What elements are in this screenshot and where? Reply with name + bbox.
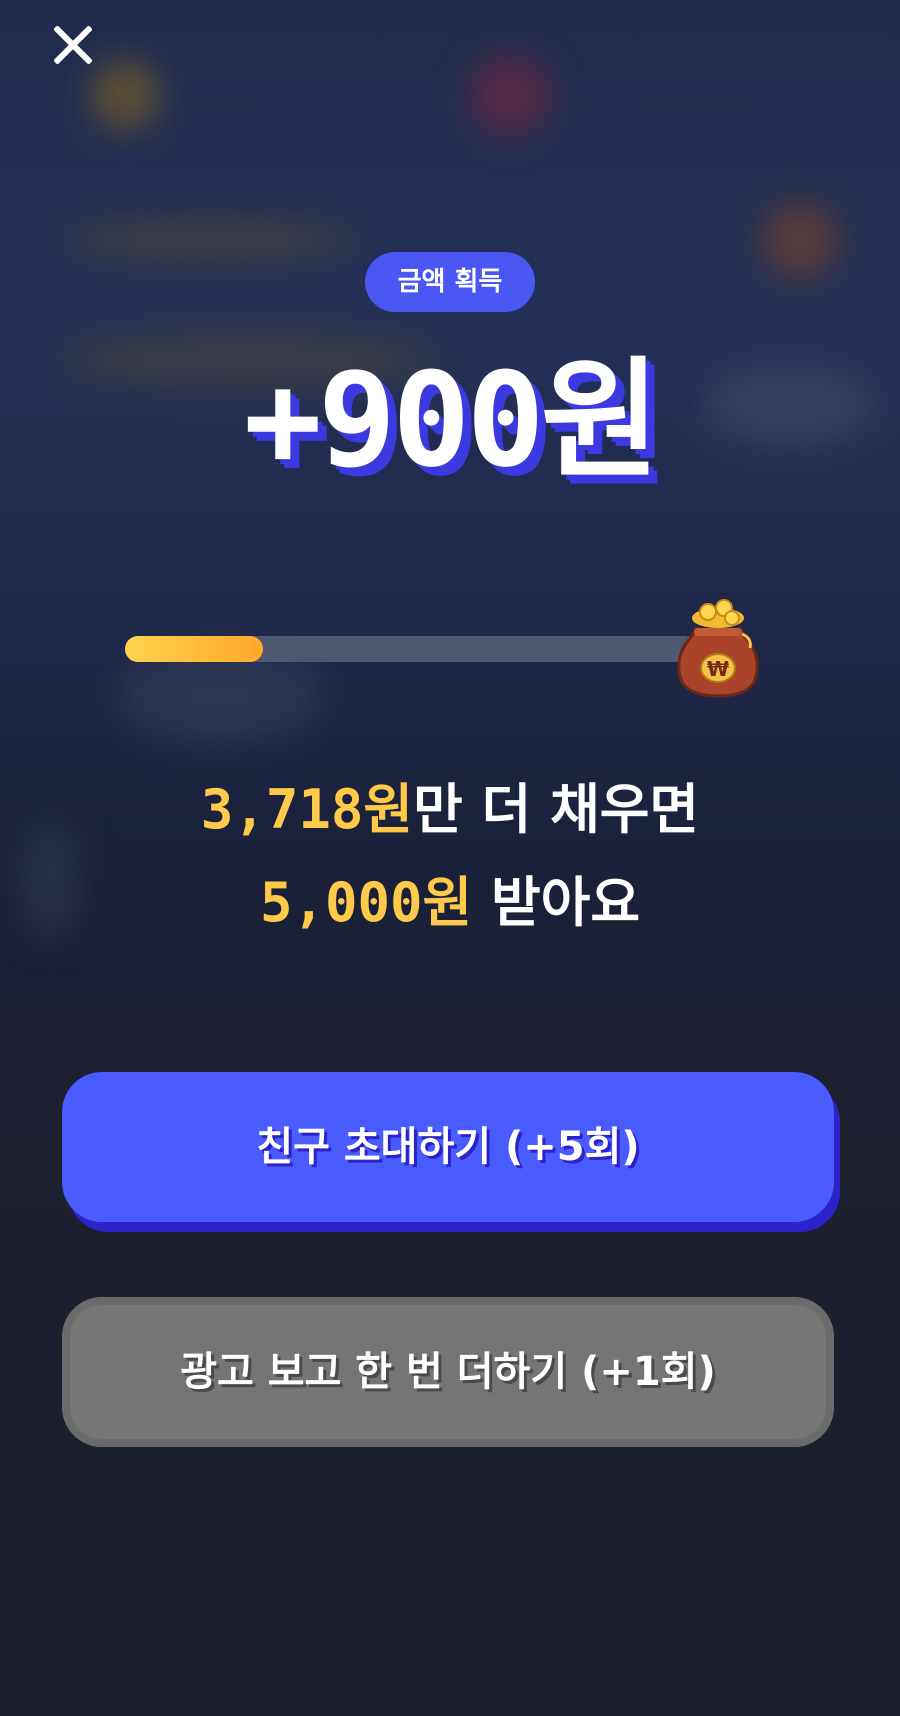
- close-button[interactable]: [48, 20, 98, 70]
- goal-message: 5,000원 받아요: [0, 868, 900, 938]
- invite-friend-button[interactable]: 친구 초대하기 (+5회): [62, 1072, 834, 1222]
- progress-fill: [125, 636, 263, 662]
- bag-symbol: ₩: [707, 657, 729, 681]
- reward-amount: +900원: [243, 344, 661, 496]
- progress-bar: [125, 636, 700, 662]
- background-decoration: [90, 60, 160, 130]
- remaining-amount: 3,718원: [200, 778, 414, 841]
- reward-badge: 금액 획득: [365, 252, 535, 312]
- goal-amount: 5,000원: [259, 871, 473, 934]
- goal-text: 받아요: [472, 871, 641, 934]
- remaining-text: 만 더 채우면: [413, 778, 700, 841]
- remaining-message: 3,718원만 더 채우면: [0, 775, 900, 845]
- watch-ad-button[interactable]: 광고 보고 한 번 더하기 (+1회): [62, 1297, 834, 1447]
- background-decoration: [470, 55, 550, 135]
- money-bag-icon: ₩: [677, 599, 759, 698]
- background-decoration: [120, 650, 320, 740]
- background-decoration: [60, 220, 360, 260]
- background-decoration: [760, 200, 840, 280]
